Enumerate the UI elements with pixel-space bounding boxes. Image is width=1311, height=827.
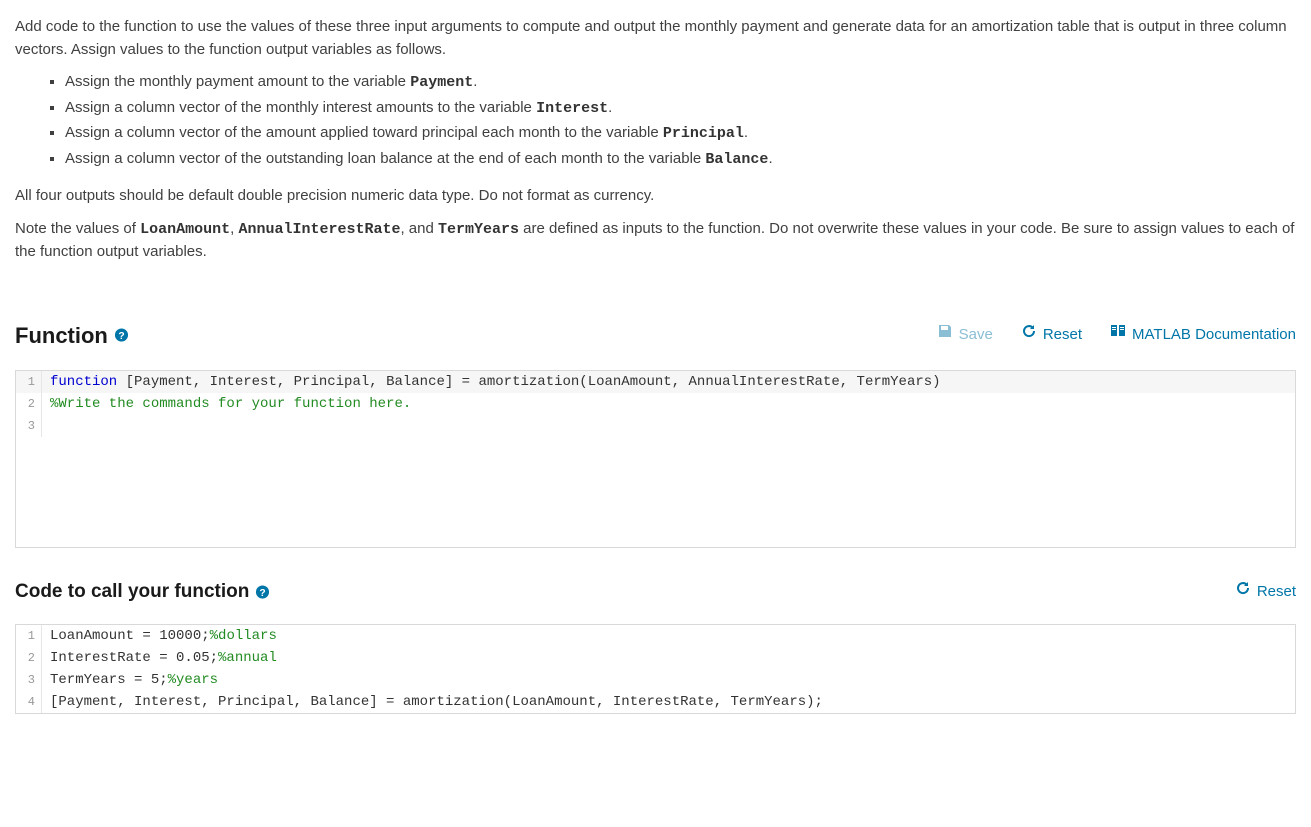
- line-number: 3: [16, 669, 42, 691]
- help-icon[interactable]: ?: [114, 328, 129, 343]
- function-title: Function: [15, 319, 108, 352]
- call-toolbar: Reset: [1235, 580, 1296, 604]
- line-number: 1: [16, 371, 42, 393]
- line-number: 2: [16, 647, 42, 669]
- reset-icon: [1021, 323, 1037, 347]
- call-section-header: Code to call your function ? Reset: [15, 578, 1296, 607]
- instructions-block: Add code to the function to use the valu…: [15, 16, 1296, 264]
- bullet-balance: Assign a column vector of the outstandin…: [65, 148, 1296, 172]
- instructions-intro: Add code to the function to use the valu…: [15, 16, 1296, 61]
- matlab-doc-link[interactable]: MATLAB Documentation: [1110, 323, 1296, 347]
- reset-label: Reset: [1257, 581, 1296, 604]
- call-title: Code to call your function: [15, 578, 249, 607]
- code-line[interactable]: InterestRate = 0.05;%annual: [42, 647, 1295, 669]
- reset-button[interactable]: Reset: [1235, 580, 1296, 604]
- line-number: 4: [16, 691, 42, 713]
- code-line[interactable]: function [Payment, Interest, Principal, …: [42, 371, 1295, 393]
- var-payment: Payment: [410, 74, 473, 91]
- instructions-precision: All four outputs should be default doubl…: [15, 185, 1296, 208]
- svg-text:?: ?: [118, 331, 124, 342]
- doc-label: MATLAB Documentation: [1132, 324, 1296, 347]
- bullet-interest: Assign a column vector of the monthly in…: [65, 97, 1296, 121]
- code-line[interactable]: LoanAmount = 10000;%dollars: [42, 625, 1295, 647]
- instructions-note: Note the values of LoanAmount, AnnualInt…: [15, 218, 1296, 264]
- instructions-bullets: Assign the monthly payment amount to the…: [15, 71, 1296, 171]
- save-button[interactable]: Save: [937, 323, 993, 347]
- reset-icon: [1235, 580, 1251, 604]
- help-icon[interactable]: ?: [255, 584, 270, 599]
- bullet-principal: Assign a column vector of the amount app…: [65, 122, 1296, 146]
- var-balance: Balance: [705, 151, 768, 168]
- call-editor[interactable]: 1 LoanAmount = 10000;%dollars 2 Interest…: [15, 624, 1296, 714]
- code-line[interactable]: [Payment, Interest, Principal, Balance] …: [42, 691, 1295, 713]
- svg-text:?: ?: [260, 588, 266, 599]
- line-number: 1: [16, 625, 42, 647]
- book-icon: [1110, 323, 1126, 347]
- function-editor[interactable]: 1 function [Payment, Interest, Principal…: [15, 370, 1296, 548]
- var-annualinterestrate: AnnualInterestRate: [238, 221, 400, 238]
- var-interest: Interest: [536, 100, 608, 117]
- code-line[interactable]: [42, 415, 1295, 437]
- bullet-payment: Assign the monthly payment amount to the…: [65, 71, 1296, 95]
- var-principal: Principal: [663, 125, 744, 142]
- code-line[interactable]: TermYears = 5;%years: [42, 669, 1295, 691]
- save-label: Save: [959, 324, 993, 347]
- var-termyears: TermYears: [438, 221, 519, 238]
- line-number: 3: [16, 415, 42, 437]
- var-loanamount: LoanAmount: [140, 221, 230, 238]
- function-section-header: Function ? Save Reset MATLAB Documentati…: [15, 319, 1296, 352]
- code-line[interactable]: %Write the commands for your function he…: [42, 393, 1295, 415]
- line-number: 2: [16, 393, 42, 415]
- save-icon: [937, 323, 953, 347]
- reset-label: Reset: [1043, 324, 1082, 347]
- reset-button[interactable]: Reset: [1021, 323, 1082, 347]
- function-toolbar: Save Reset MATLAB Documentation: [937, 323, 1296, 347]
